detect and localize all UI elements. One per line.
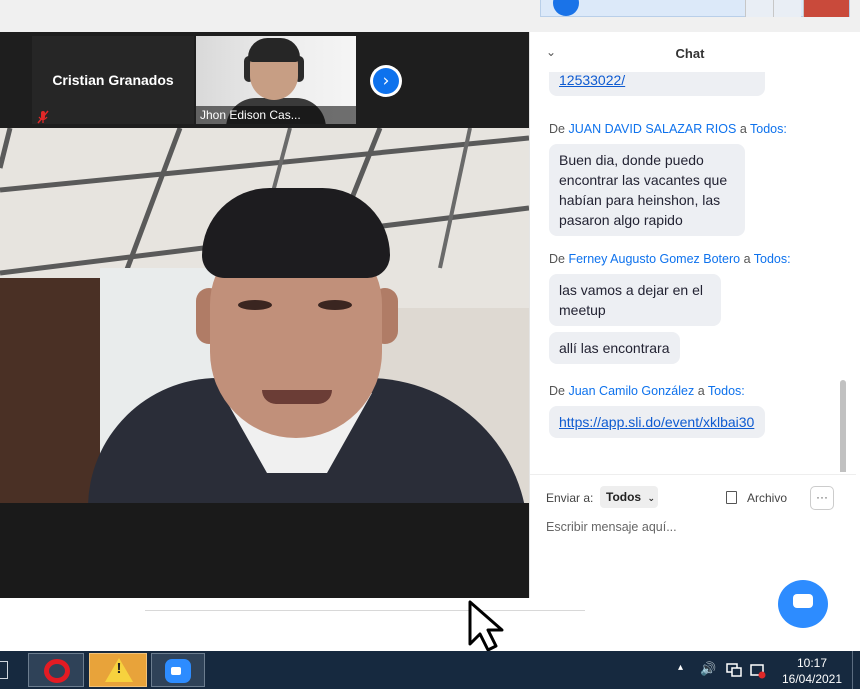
- chat-panel: ⌄ Chat 12533022/ De JUAN DAVID SALAZAR R…: [529, 32, 856, 598]
- send-to-label: Enviar a:: [546, 491, 594, 505]
- sender-name[interactable]: JUAN DAVID SALAZAR RIOS: [568, 122, 736, 136]
- chat-sender-line: De Juan Camilo González a Todos:: [549, 384, 745, 398]
- chat-title: Chat: [675, 46, 705, 61]
- more-options-button[interactable]: ···: [810, 486, 834, 510]
- background-page: [0, 598, 860, 651]
- sender-prefix: De: [549, 384, 565, 398]
- recipient-name: Todos:: [707, 384, 745, 398]
- mouse-cursor-icon: [468, 600, 504, 652]
- file-button[interactable]: Archivo: [726, 489, 787, 507]
- participant-hair: [248, 38, 300, 62]
- action-center-icon[interactable]: [750, 663, 766, 679]
- gallery-strip: Cristian Granados Jhon Edison Cas... ›: [0, 32, 529, 128]
- network-icon[interactable]: [726, 663, 742, 677]
- recipient-name: Todos:: [750, 122, 787, 136]
- taskbar-app-warning[interactable]: !: [89, 653, 147, 687]
- taskbar-app-zoom[interactable]: [151, 653, 205, 687]
- speaker-eye: [238, 300, 272, 310]
- video-panel: Cristian Granados Jhon Edison Cas... ›: [0, 32, 529, 598]
- chat-message-bubble: https://app.sli.do/event/xklbai30: [549, 406, 765, 438]
- sender-name[interactable]: Juan Camilo González: [568, 384, 694, 398]
- file-icon: [726, 491, 737, 504]
- tray-expand-icon[interactable]: ▴: [678, 662, 683, 673]
- chevron-right-icon: ›: [373, 68, 399, 94]
- active-speaker-video: [0, 128, 529, 503]
- close-button[interactable]: [803, 0, 849, 17]
- sender-connector: a: [739, 122, 747, 136]
- next-page-button[interactable]: ›: [370, 65, 402, 97]
- chat-fab-button[interactable]: [778, 580, 828, 628]
- zoom-icon: [165, 659, 191, 683]
- recipient-value: Todos: [606, 490, 642, 504]
- sender-connector: a: [743, 252, 751, 266]
- speaker-hair: [202, 188, 390, 278]
- notification-icon: [553, 0, 579, 16]
- chat-message-bubble: Buen dia, donde puedo encontrar las vaca…: [549, 144, 745, 236]
- chat-messages[interactable]: 12533022/ De JUAN DAVID SALAZAR RIOS a T…: [530, 72, 856, 472]
- notification-bar: [540, 0, 850, 17]
- show-desktop-button[interactable]: [852, 651, 860, 689]
- chat-scrollbar[interactable]: [840, 380, 846, 472]
- system-clock[interactable]: 10:17 16/04/2021: [776, 655, 848, 687]
- sender-prefix: De: [549, 252, 565, 266]
- chat-message-bubble: allí las encontrara: [549, 332, 680, 364]
- chat-link[interactable]: https://app.sli.do/event/xklbai30: [559, 414, 754, 430]
- recipient-name: Todos:: [753, 252, 791, 266]
- maximize-button[interactable]: [773, 0, 801, 17]
- chat-sender-line: De JUAN DAVID SALAZAR RIOS a Todos:: [549, 122, 787, 136]
- divider: [145, 610, 585, 611]
- minimize-button[interactable]: [745, 0, 773, 17]
- taskbar-app-opera[interactable]: [28, 653, 84, 687]
- clock-date: 16/04/2021: [781, 672, 843, 686]
- warning-mark: !: [116, 660, 122, 677]
- file-label: Archivo: [747, 491, 788, 505]
- participant-video-tile[interactable]: Jhon Edison Cas...: [196, 36, 356, 124]
- speaker-eye: [318, 300, 352, 310]
- sender-connector: a: [697, 384, 705, 398]
- speaker-mouth: [262, 390, 332, 404]
- chat-message-bubble: las vamos a dejar en el meetup: [549, 274, 721, 326]
- participant-tile[interactable]: Cristian Granados: [32, 36, 194, 124]
- chat-link[interactable]: 12533022/: [559, 72, 625, 88]
- participant-name: Cristian Granados: [52, 72, 174, 88]
- sender-prefix: De: [549, 122, 565, 136]
- volume-icon[interactable]: 🔊: [700, 662, 716, 677]
- chevron-down-icon: ⌄: [647, 494, 655, 504]
- chat-header: ⌄ Chat: [530, 32, 856, 72]
- participant-name: Jhon Edison Cas...: [196, 106, 356, 124]
- video-footer: [0, 503, 529, 598]
- chat-sender-line: De Ferney Augusto Gomez Botero a Todos:: [549, 252, 791, 266]
- recipient-select[interactable]: Todos ⌄: [600, 486, 658, 508]
- mic-muted-icon: [37, 110, 49, 124]
- opera-icon: [44, 659, 70, 683]
- clock-time: 10:17: [796, 656, 828, 670]
- zoom-meeting-window: Cristian Granados Jhon Edison Cas... › ⌄…: [0, 32, 856, 598]
- start-button[interactable]: [0, 661, 8, 679]
- sender-name[interactable]: Ferney Augusto Gomez Botero: [568, 252, 740, 266]
- taskbar: ! ▴ 🔊 10:17 16/04/2021: [0, 651, 860, 689]
- chat-message-bubble: 12533022/: [549, 72, 765, 96]
- chat-message-input[interactable]: [546, 517, 836, 537]
